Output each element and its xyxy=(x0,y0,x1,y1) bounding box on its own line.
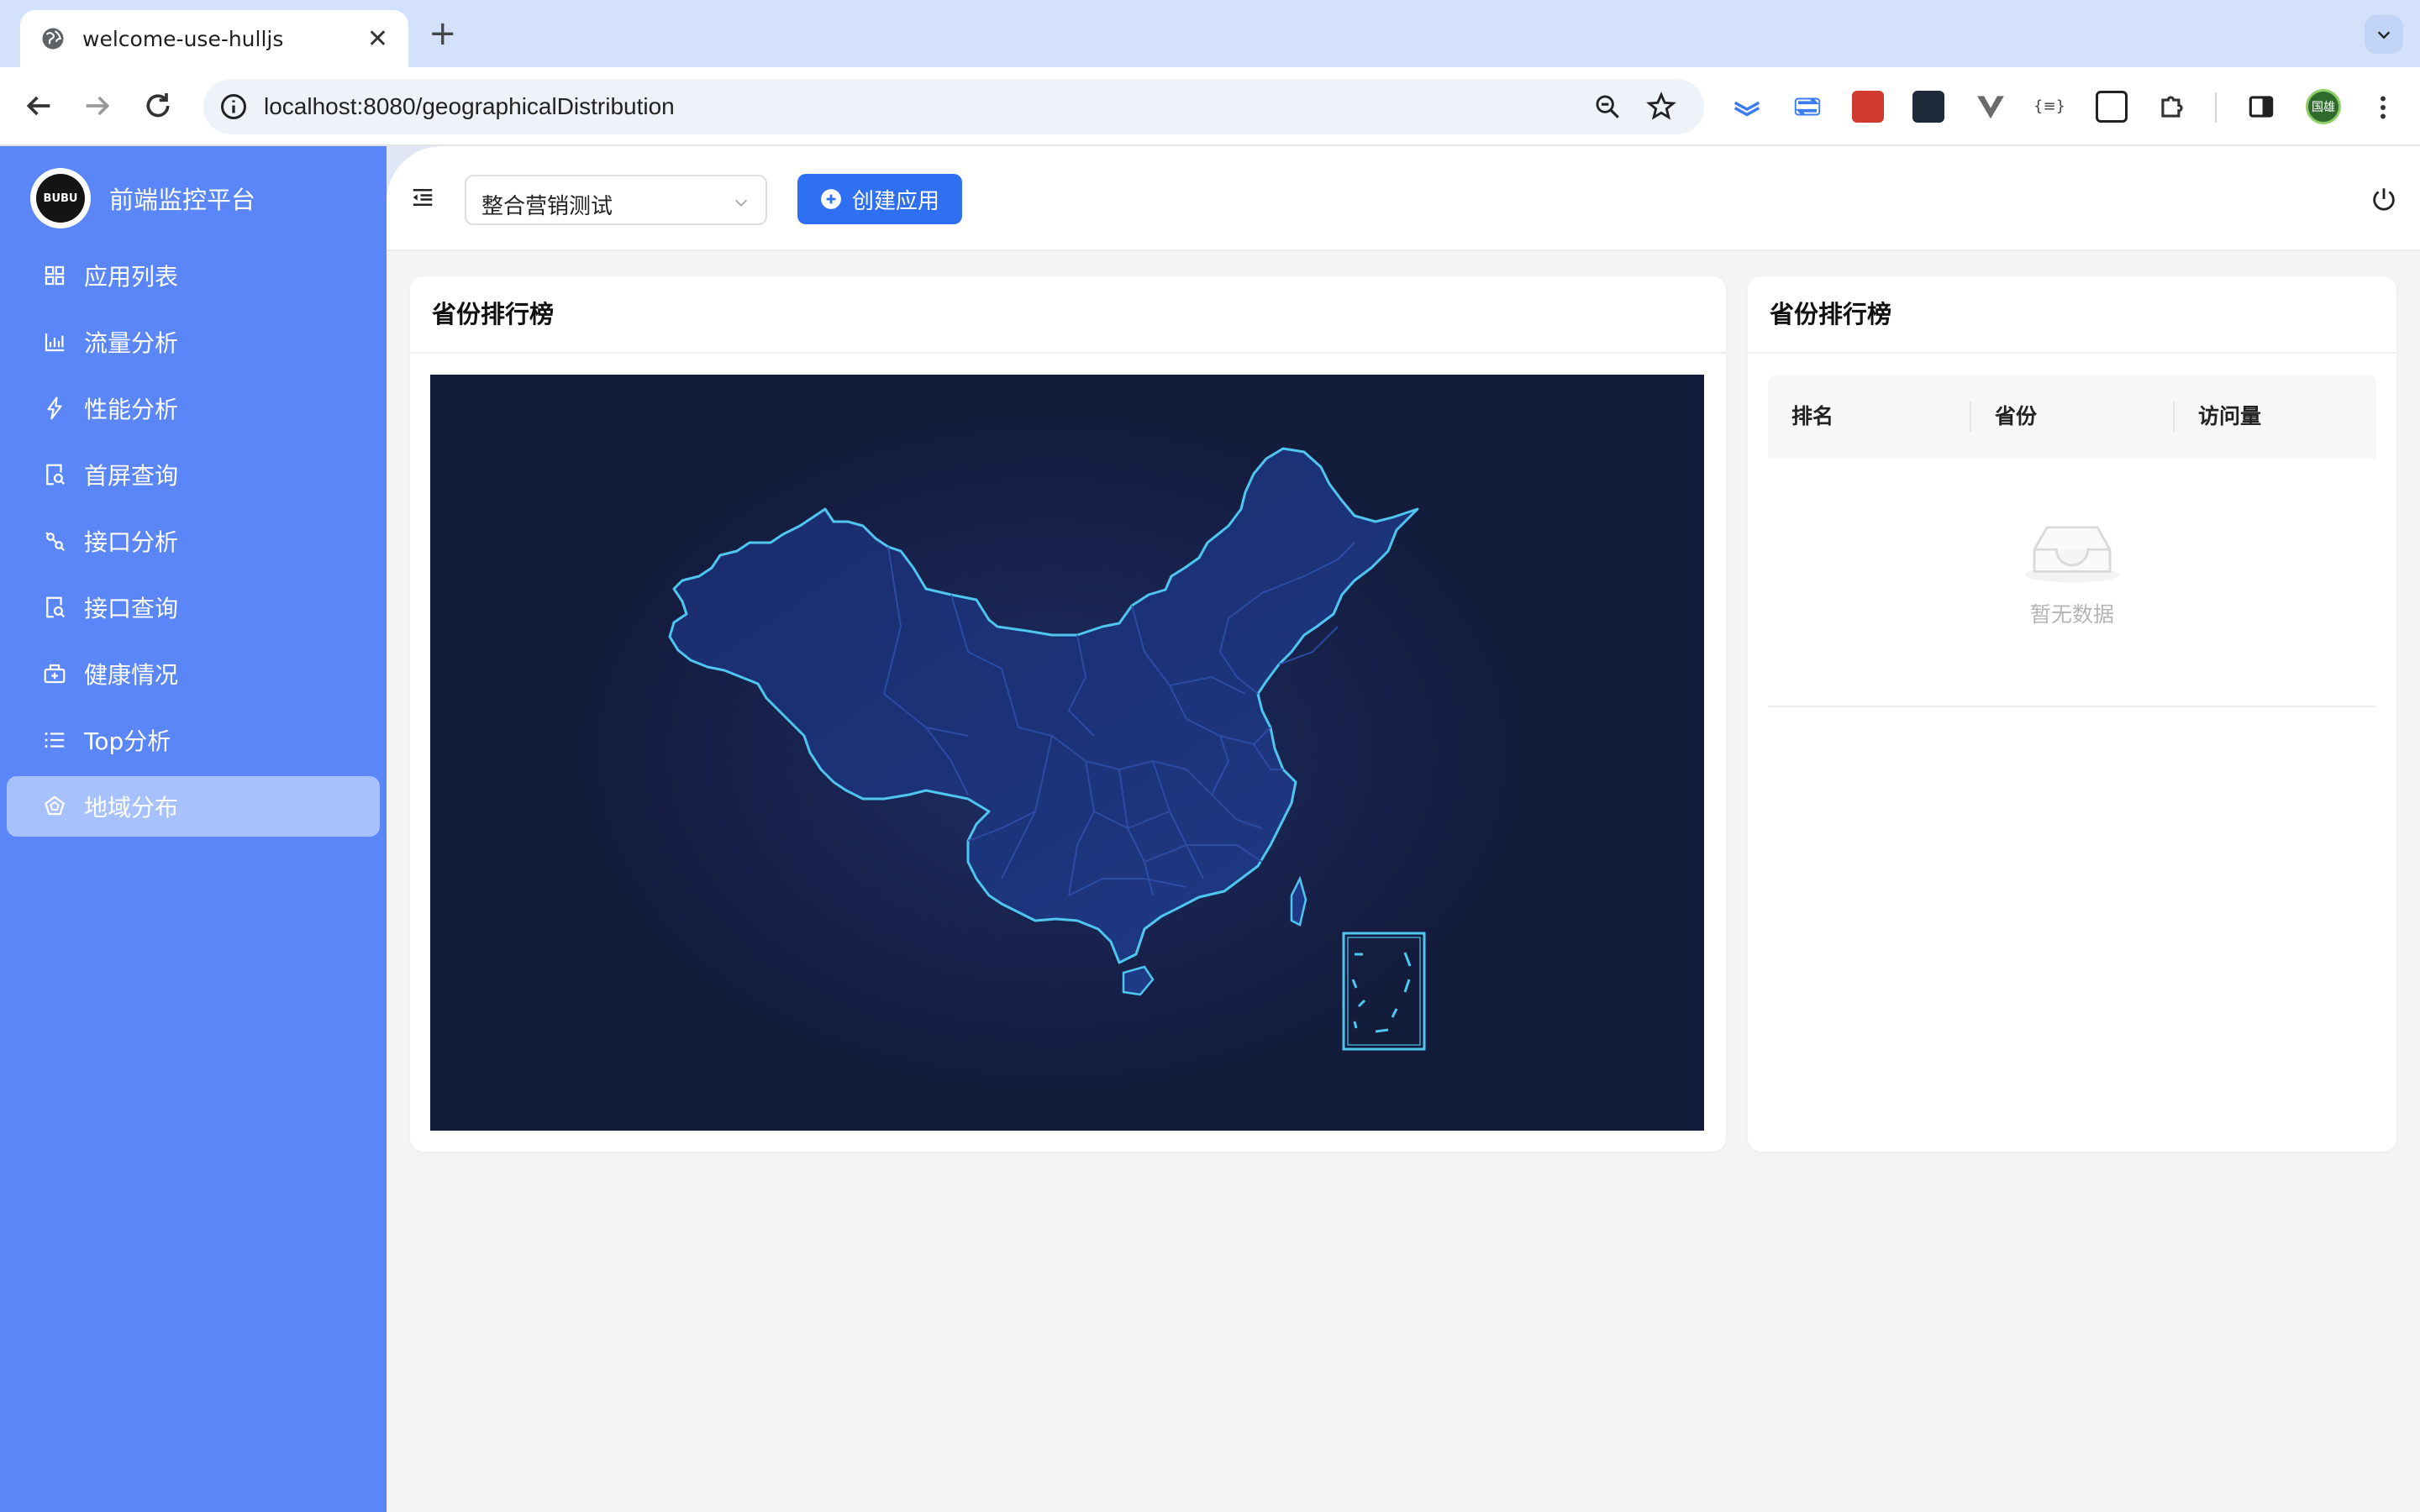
new-tab-button[interactable]: + xyxy=(429,13,457,54)
side-panel-icon[interactable] xyxy=(2245,91,2277,123)
bookmark-star-icon[interactable] xyxy=(1645,91,1677,123)
chevron-down-icon xyxy=(2377,31,2391,39)
browser-tab-strip: welcome-use-hulljs ✕ + xyxy=(0,0,2420,67)
tab-search-button[interactable] xyxy=(2365,15,2403,54)
url-text: localhost:8080/geographicalDistribution xyxy=(264,93,675,119)
extension-graph-icon[interactable] xyxy=(1912,91,1944,123)
zoom-out-icon[interactable] xyxy=(1593,92,1622,121)
sidebar-item-label: 接口分析 xyxy=(84,528,179,556)
sidebar-item-label: 应用列表 xyxy=(84,263,179,291)
sidebar-item-label: 地域分布 xyxy=(84,794,179,822)
extension-red-icon[interactable] xyxy=(1852,91,1884,123)
toolbar-divider xyxy=(2215,92,2217,123)
app-select-value: 整合营销测试 xyxy=(481,194,613,219)
brand-logo-mark: BUBU xyxy=(36,174,85,223)
sidebar-item-performance-analysis[interactable]: 性能分析 xyxy=(7,378,380,438)
medicine-box-icon xyxy=(44,664,66,684)
tab-title: welcome-use-hulljs xyxy=(82,26,284,51)
extension-json-icon[interactable]: {≡} xyxy=(2033,91,2065,123)
sidebar-item-api-analysis[interactable]: 接口分析 xyxy=(7,511,380,571)
brand-name: 前端监控平台 xyxy=(109,186,256,214)
bar-chart-icon xyxy=(45,333,65,352)
lightning-icon xyxy=(47,396,62,420)
chevron-down-icon xyxy=(734,199,748,207)
browser-menu-icon[interactable] xyxy=(2368,91,2398,124)
column-header-visits[interactable]: 访问量 xyxy=(2198,375,2261,459)
ranking-card-title: 省份排行榜 xyxy=(1748,276,2396,354)
sidebar-item-label: Top分析 xyxy=(84,727,171,755)
list-icon xyxy=(45,732,65,748)
brand-logo: BUBU xyxy=(30,168,91,228)
radar-icon xyxy=(45,795,65,816)
create-app-button-label: 创建应用 xyxy=(851,188,939,214)
close-tab-icon[interactable]: ✕ xyxy=(367,24,388,54)
create-app-button[interactable]: 创建应用 xyxy=(797,174,962,224)
map-card-title: 省份排行榜 xyxy=(410,276,1726,354)
plus-circle-icon xyxy=(821,189,841,209)
address-bar[interactable]: localhost:8080/geographicalDistribution xyxy=(203,79,1704,134)
menu-fold-icon[interactable] xyxy=(410,185,435,210)
china-map-svg[interactable] xyxy=(430,375,1704,1131)
sidebar-item-health[interactable]: 健康情况 xyxy=(7,643,380,704)
sidebar-item-geo-distribution[interactable]: 地域分布 xyxy=(7,776,380,837)
sidebar: BUBU 前端监控平台 应用列表 流量分析 性能分析 首屏查询 接口分析 接口查… xyxy=(0,146,387,1512)
file-search-icon xyxy=(46,464,66,486)
sidebar-item-api-query[interactable]: 接口查询 xyxy=(7,577,380,638)
profile-avatar[interactable]: 国雄 xyxy=(2306,89,2341,124)
sidebar-item-label: 流量分析 xyxy=(84,329,179,357)
sidebar-item-label: 健康情况 xyxy=(84,661,179,689)
extension-layers-icon[interactable] xyxy=(1731,91,1763,123)
logout-power-icon[interactable] xyxy=(2370,185,2398,213)
app-header: 整合营销测试 创建应用 xyxy=(387,146,2420,251)
extension-vue-icon[interactable] xyxy=(1975,91,2007,123)
api-icon xyxy=(45,532,66,552)
brand[interactable]: BUBU 前端监控平台 xyxy=(30,168,255,228)
column-header-province[interactable]: 省份 xyxy=(1995,375,2037,459)
sidebar-item-app-list[interactable]: 应用列表 xyxy=(7,245,380,306)
browser-toolbar: localhost:8080/geographicalDistribution … xyxy=(0,67,2420,146)
extension-sync-icon[interactable] xyxy=(1791,91,1823,123)
china-map[interactable] xyxy=(430,375,1704,1131)
globe-icon xyxy=(42,28,64,50)
sidebar-item-label: 性能分析 xyxy=(84,396,179,423)
sidebar-item-label: 接口查询 xyxy=(84,595,179,622)
sidebar-menu: 应用列表 流量分析 性能分析 首屏查询 接口分析 接口查询 健康情况 Top分析… xyxy=(0,245,387,843)
column-divider xyxy=(2173,402,2175,432)
ranking-card: 省份排行榜 排名 省份 访问量 暂无数据 xyxy=(1748,276,2396,1152)
app-select[interactable]: 整合营销测试 xyxy=(465,175,767,225)
site-info-icon[interactable] xyxy=(218,92,249,122)
grid-icon xyxy=(45,265,65,286)
sidebar-item-first-screen-query[interactable]: 首屏查询 xyxy=(7,444,380,505)
back-arrow-icon[interactable] xyxy=(22,89,55,123)
empty-text: 暂无数据 xyxy=(2029,602,2114,627)
sidebar-item-label: 首屏查询 xyxy=(84,462,179,490)
reload-icon[interactable] xyxy=(141,89,175,123)
column-header-rank[interactable]: 排名 xyxy=(1791,375,1833,459)
sidebar-item-traffic-analysis[interactable]: 流量分析 xyxy=(7,312,380,372)
ranking-table-header: 排名 省份 访问量 xyxy=(1768,375,2376,459)
extensions-puzzle-icon[interactable] xyxy=(2156,91,2188,123)
column-divider xyxy=(1970,402,1971,432)
file-search-icon xyxy=(46,596,66,618)
main-content: 整合营销测试 创建应用 省份排行榜 省份排行榜 排名 省份 访问量 暂无数据 xyxy=(387,146,2420,1512)
sidebar-item-top-analysis[interactable]: Top分析 xyxy=(7,710,380,770)
forward-arrow-icon[interactable] xyxy=(81,89,114,123)
empty-inbox-icon xyxy=(2024,526,2120,583)
ranking-empty-state: 暂无数据 xyxy=(1768,459,2376,707)
browser-tab[interactable]: welcome-use-hulljs ✕ xyxy=(20,10,408,67)
extension-notion-icon[interactable] xyxy=(2096,91,2128,123)
map-card: 省份排行榜 xyxy=(410,276,1726,1152)
